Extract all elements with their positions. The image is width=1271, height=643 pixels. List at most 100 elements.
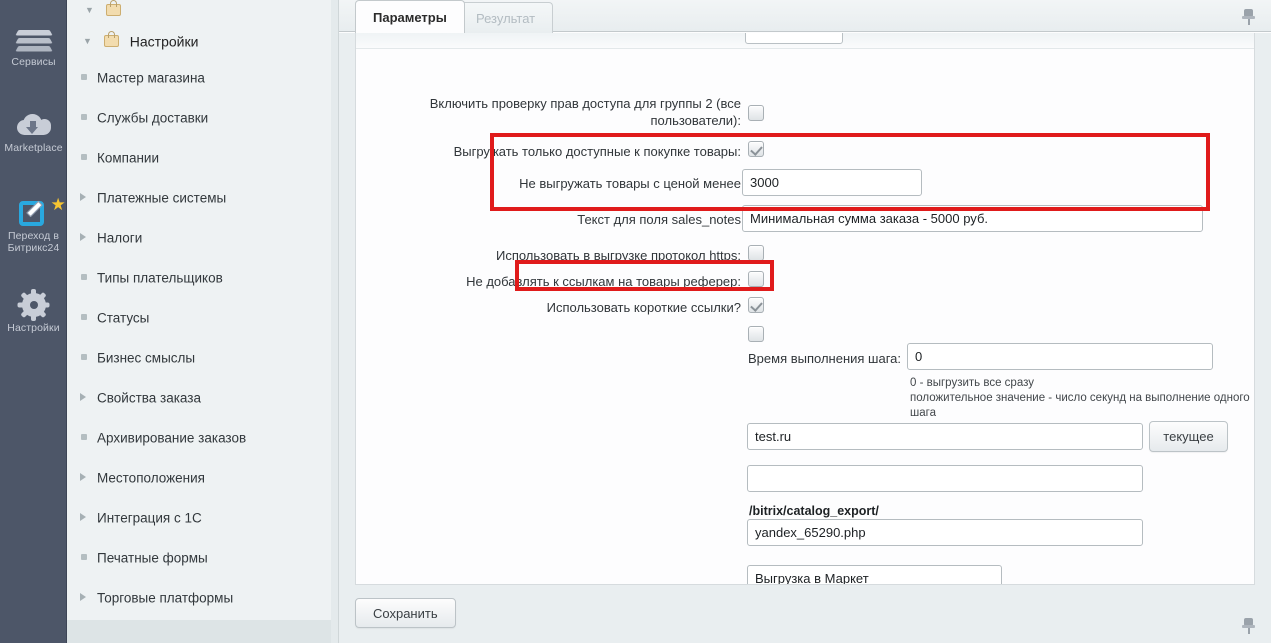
rail-item-marketplace[interactable]: Marketplace — [0, 112, 67, 154]
export-settings-form: Включить проверку прав доступа для групп… — [356, 49, 1254, 584]
bullet-icon — [81, 74, 87, 80]
main-content: Результат Параметры Включить проверку пр… — [339, 0, 1271, 643]
tree-item-label: Интеграция с 1С — [97, 510, 202, 525]
tree-node-clipped[interactable]: ▼ — [67, 0, 338, 18]
tree-item-8[interactable]: Свойства заказа — [67, 378, 331, 418]
rail-item-services-label: Сервисы — [0, 56, 67, 68]
chevron-right-icon — [79, 193, 88, 202]
tree-item-9[interactable]: Архивирование заказов — [67, 418, 331, 458]
access-group2-label-line2: пользователи): — [651, 113, 742, 128]
tree-item-0[interactable]: Мастер магазина — [67, 58, 331, 98]
tree-scrollbar[interactable] — [331, 0, 338, 643]
chevron-right-icon — [79, 393, 88, 402]
use-https-label: Использовать в выгрузке протокол https: — [396, 247, 741, 264]
chevron-down-icon: ▼ — [83, 21, 95, 61]
no-referer-label: Не добавлять к ссылкам на товары реферер… — [396, 273, 741, 290]
rail-item-marketplace-label: Marketplace — [0, 142, 67, 154]
shop-bag-icon — [105, 0, 122, 17]
profile-name-input[interactable] — [747, 565, 1002, 585]
only-available-label: Выгружать только доступные к покупке тов… — [396, 143, 741, 160]
tab-result[interactable]: Результат — [458, 2, 553, 33]
tree-item-label: Мастер магазина — [97, 70, 205, 85]
chevron-right-icon — [79, 473, 88, 482]
tree-item-11[interactable]: Интеграция с 1С — [67, 498, 331, 538]
no-referer-checkbox[interactable] — [748, 271, 764, 287]
tree-item-10[interactable]: Местоположения — [67, 458, 331, 498]
rail-item-bitrix24[interactable]: ★ Переход в Битрикс24 — [0, 198, 67, 254]
pushpin-icon-top[interactable] — [1242, 9, 1255, 25]
save-button[interactable]: Сохранить — [355, 598, 456, 628]
bullet-icon — [81, 314, 87, 320]
tree-item-label: Местоположения — [97, 470, 205, 485]
only-available-checkbox[interactable] — [748, 141, 764, 157]
tree-item-label: Бизнес смыслы — [97, 350, 195, 365]
chevron-right-icon — [79, 233, 88, 242]
tree-item-13[interactable]: Торговые платформы — [67, 578, 331, 618]
tree-item-label: Налоги — [97, 230, 142, 245]
tree-item-5[interactable]: Типы плательщиков — [67, 258, 331, 298]
tree-item-3[interactable]: Платежные системы — [67, 178, 331, 218]
tree-item-label: Компании — [97, 150, 159, 165]
rail-item-bitrix24-label-line2: Битрикс24 — [0, 242, 67, 254]
access-group2-label: Включить проверку прав доступа для групп… — [411, 95, 741, 129]
pushpin-icon-bottom[interactable] — [1242, 618, 1255, 634]
bullet-icon — [81, 114, 87, 120]
chevron-right-icon — [79, 513, 88, 522]
tree-item-7[interactable]: Бизнес смыслы — [67, 338, 331, 378]
form-footer: Сохранить — [355, 598, 456, 628]
bullet-icon — [81, 554, 87, 560]
step-time-label: Время выполнения шага: — [496, 350, 901, 367]
parameters-panel: Включить проверку прав доступа для групп… — [355, 33, 1255, 585]
tree-node-settings-root[interactable]: ▼ Настройки — [67, 20, 331, 60]
sales-notes-label: Текст для поля sales_notes — [486, 211, 741, 228]
current-domain-button[interactable]: текущее — [1149, 421, 1228, 452]
tree-item-12[interactable]: Печатные формы — [67, 538, 331, 578]
access-group2-label-line1: Включить проверку прав доступа для групп… — [430, 96, 741, 111]
tree-item-1[interactable]: Службы доставки — [67, 98, 331, 138]
tree-item-label: Печатные формы — [97, 550, 208, 565]
sales-notes-input[interactable] — [742, 205, 1203, 232]
settings-tree-panel: ▼ ▼ Настройки Мастер магазина Службы дост… — [67, 0, 339, 643]
tree-item-6[interactable]: Статусы — [67, 298, 331, 338]
row-access-group2: Включить проверку прав доступа для групп… — [356, 95, 741, 129]
rail-item-settings-label: Настройки — [0, 322, 67, 334]
tree-item-label: Службы доставки — [97, 110, 208, 125]
tree-item-label: Свойства заказа — [97, 390, 201, 405]
step-time-hint-line2: положительное значение - число секунд на… — [910, 391, 1254, 421]
company-name-input[interactable] — [747, 465, 1143, 492]
cloud-download-icon — [14, 112, 54, 140]
bitrix24-pencil-icon: ★ — [18, 198, 50, 228]
rail-item-services[interactable]: Сервисы — [0, 28, 67, 68]
rail-item-bitrix24-label-line1: Переход в — [0, 230, 67, 242]
chevron-right-icon — [79, 593, 88, 602]
min-price-input[interactable] — [742, 169, 922, 196]
access-group2-checkbox[interactable] — [748, 105, 764, 121]
short-links-checkbox[interactable] — [748, 297, 764, 313]
bullet-icon — [81, 354, 87, 360]
save-to-file-input[interactable] — [747, 519, 1143, 546]
tab-bar: Результат Параметры — [339, 0, 1271, 33]
tree-item-2[interactable]: Компании — [67, 138, 331, 178]
bullet-icon — [81, 434, 87, 440]
step-time-input[interactable] — [907, 343, 1213, 370]
tree-node-settings-root-label: Настройки — [130, 33, 199, 49]
layers-icon — [17, 28, 51, 54]
tree-node-selected-partial[interactable] — [67, 620, 331, 643]
app-window: Сервисы Marketplace ★ Переход в Битрикс2… — [0, 0, 1271, 643]
tree-item-label: Архивирование заказов — [97, 430, 246, 445]
tab-parameters[interactable]: Параметры — [355, 0, 465, 33]
use-https-checkbox[interactable] — [748, 245, 764, 261]
clipped-input-above[interactable] — [745, 33, 843, 44]
bullet-icon — [81, 274, 87, 280]
left-rail: Сервисы Marketplace ★ Переход в Битрикс2… — [0, 0, 67, 643]
min-price-label: Не выгружать товары с ценой менее — [486, 175, 741, 192]
rail-item-settings[interactable]: Настройки — [0, 290, 67, 334]
tree-item-label: Платежные системы — [97, 190, 226, 205]
tree-item-label: Типы плательщиков — [97, 270, 223, 285]
unlabeled-checkbox[interactable] — [748, 326, 764, 342]
tree-item-label: Торговые платформы — [97, 590, 233, 605]
domain-input[interactable] — [747, 423, 1143, 450]
tree-item-4[interactable]: Налоги — [67, 218, 331, 258]
short-links-label: Использовать короткие ссылки? — [496, 299, 741, 316]
tree-item-label: Статусы — [97, 310, 149, 325]
